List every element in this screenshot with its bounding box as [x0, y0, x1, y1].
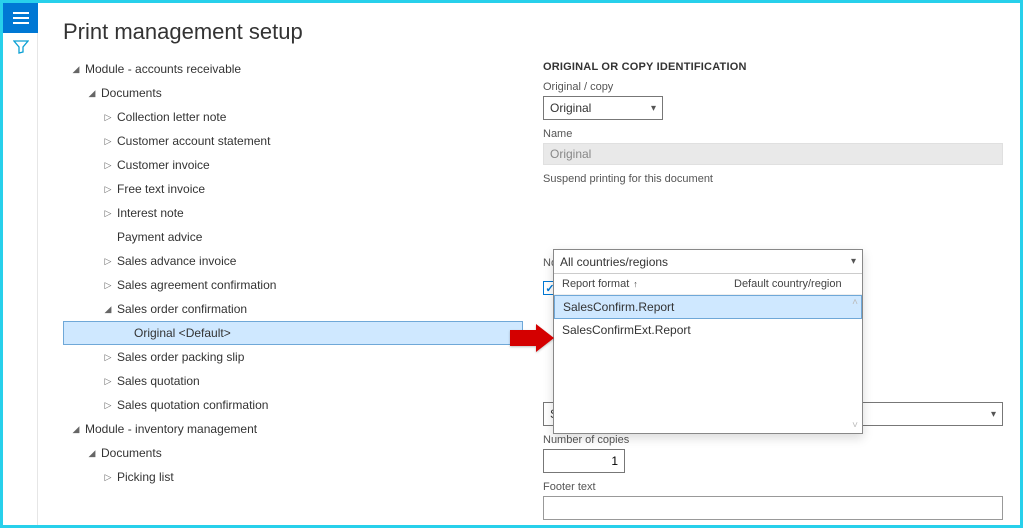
- chevron-down-icon: ▾: [991, 409, 996, 420]
- document-tree: ◢Module - accounts receivable ◢Documents…: [63, 57, 523, 520]
- tree-node-collection-letter[interactable]: ▷Collection letter note: [63, 105, 523, 129]
- chevron-down-icon: ▾: [651, 103, 656, 114]
- app-window: Print management setup ◢Module - account…: [0, 0, 1023, 528]
- dropdown-filter[interactable]: All countries/regions ▾: [554, 250, 862, 274]
- detail-form: ORIGINAL OR COPY IDENTIFICATION Original…: [543, 57, 1003, 520]
- dropdown-option-salesconfirmext[interactable]: SalesConfirmExt.Report: [554, 319, 862, 341]
- tree-node-sales-agreement-conf[interactable]: ▷Sales agreement confirmation: [63, 273, 523, 297]
- tree-node-picking-list[interactable]: ▷Picking list: [63, 465, 523, 489]
- dropdown-columns-header: Report format↑ Default country/region: [554, 274, 862, 295]
- left-nav-rail: [3, 3, 38, 525]
- footer-text-input[interactable]: [543, 496, 1003, 520]
- main-content: Print management setup ◢Module - account…: [39, 3, 1020, 525]
- name-label: Name: [543, 128, 1003, 140]
- tree-node-documents-inv[interactable]: ◢Documents: [63, 441, 523, 465]
- tree-node-sales-advance-invoice[interactable]: ▷Sales advance invoice: [63, 249, 523, 273]
- tree-node-documents-ar[interactable]: ◢Documents: [63, 81, 523, 105]
- tree-node-original-default[interactable]: ▷Original <Default>: [63, 321, 523, 345]
- scroll-down-icon: ˅: [852, 420, 858, 431]
- suspend-label: Suspend printing for this document: [543, 173, 1003, 185]
- report-format-dropdown: All countries/regions ▾ Report format↑ D…: [553, 249, 863, 434]
- page-title: Print management setup: [63, 19, 1002, 45]
- scroll-up-icon: ˄: [852, 297, 858, 308]
- hamburger-button[interactable]: [3, 3, 38, 33]
- dropdown-option-salesconfirm[interactable]: SalesConfirm.Report: [554, 295, 862, 319]
- dropdown-filter-value: All countries/regions: [560, 255, 668, 269]
- sort-asc-icon: ↑: [633, 279, 638, 289]
- tree-node-module-inv[interactable]: ◢Module - inventory management: [63, 417, 523, 441]
- tree-node-module-ar[interactable]: ◢Module - accounts receivable: [63, 57, 523, 81]
- tree-node-free-text-invoice[interactable]: ▷Free text invoice: [63, 177, 523, 201]
- section-heading: ORIGINAL OR COPY IDENTIFICATION: [543, 61, 1003, 73]
- column-default-region[interactable]: Default country/region: [734, 278, 854, 290]
- dropdown-list: SalesConfirm.Report SalesConfirmExt.Repo…: [554, 295, 862, 433]
- tree-node-sales-quotation[interactable]: ▷Sales quotation: [63, 369, 523, 393]
- original-copy-label: Original / copy: [543, 81, 1003, 93]
- footer-text-label: Footer text: [543, 481, 1003, 493]
- filter-icon[interactable]: [3, 33, 38, 61]
- tree-node-payment-advice[interactable]: ▷Payment advice: [63, 225, 523, 249]
- annotation-arrow-icon: [510, 324, 554, 355]
- tree-node-sales-order-conf[interactable]: ◢Sales order confirmation: [63, 297, 523, 321]
- column-report-format[interactable]: Report format↑: [562, 278, 734, 290]
- tree-node-interest-note[interactable]: ▷Interest note: [63, 201, 523, 225]
- copies-label: Number of copies: [543, 434, 1003, 446]
- tree-node-cust-invoice[interactable]: ▷Customer invoice: [63, 153, 523, 177]
- tree-node-sales-packing-slip[interactable]: ▷Sales order packing slip: [63, 345, 523, 369]
- chevron-down-icon: ▾: [851, 256, 856, 267]
- dropdown-scrollbar[interactable]: ˄ ˅: [848, 295, 862, 433]
- original-copy-select[interactable]: Original ▾: [543, 96, 663, 120]
- name-field: Original: [543, 143, 1003, 165]
- tree-node-sales-quotation-conf[interactable]: ▷Sales quotation confirmation: [63, 393, 523, 417]
- copies-input[interactable]: [543, 449, 625, 473]
- original-copy-value: Original: [550, 101, 591, 115]
- tree-node-cust-acct-stmt[interactable]: ▷Customer account statement: [63, 129, 523, 153]
